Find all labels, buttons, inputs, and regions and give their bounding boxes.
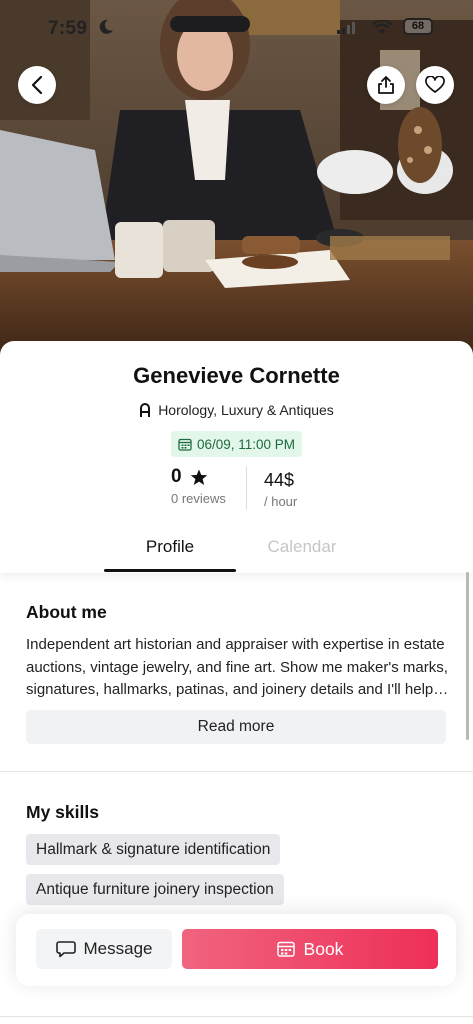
skill-chip: Hallmark & signature identification xyxy=(26,834,281,865)
message-label: Message xyxy=(83,939,153,958)
skills-title: My skills xyxy=(26,802,99,822)
tab-profile[interactable]: Profile xyxy=(104,537,236,557)
calendar-icon xyxy=(276,941,295,957)
moon-icon xyxy=(99,19,113,34)
hero-illustration xyxy=(0,0,473,362)
status-bar: 7:59 68 xyxy=(0,0,473,54)
profile-name: Genevieve Cornette xyxy=(133,363,340,388)
calendar-icon xyxy=(178,438,192,451)
status-time: 7:59 xyxy=(48,18,88,39)
battery-indicator: 68 xyxy=(403,18,433,35)
back-button[interactable] xyxy=(18,66,56,104)
active-tab-indicator xyxy=(104,569,236,572)
wifi-icon xyxy=(372,20,392,34)
availability-date: 06/09, 11:00 PM xyxy=(196,436,296,452)
profile-category: Horology, Luxury & Antiques xyxy=(0,402,473,418)
share-icon xyxy=(378,76,394,94)
price-value: 44$ xyxy=(264,470,295,490)
star-icon xyxy=(190,469,207,485)
tab-calendar[interactable]: Calendar xyxy=(236,537,368,557)
price-unit: / hour xyxy=(264,494,298,509)
reviews-count[interactable]: 0 reviews xyxy=(171,491,226,506)
chat-icon xyxy=(55,941,76,958)
heart-icon xyxy=(425,76,445,93)
rating-value: 0 xyxy=(171,466,182,487)
profile-stats: 0 0 reviews 44$ / hour xyxy=(0,466,473,512)
signal-icon xyxy=(337,22,355,34)
bottom-divider xyxy=(0,1016,473,1017)
section-divider xyxy=(0,771,473,772)
favorite-button[interactable] xyxy=(416,66,454,104)
stats-divider xyxy=(246,466,247,510)
rating: 0 xyxy=(171,466,208,488)
category-icon xyxy=(140,403,151,417)
message-button[interactable]: Message xyxy=(36,929,172,969)
read-more-button[interactable]: Read more xyxy=(26,710,446,744)
back-icon xyxy=(31,75,43,95)
about-text: Independent art historian and appraiser … xyxy=(26,636,448,698)
share-button[interactable] xyxy=(367,66,405,104)
about-title: About me xyxy=(26,602,107,622)
availability-badge: 06/09, 11:00 PM xyxy=(171,431,302,457)
category-label: Horology, Luxury & Antiques xyxy=(158,402,334,418)
scrollbar[interactable] xyxy=(466,572,469,740)
hero-photo xyxy=(0,0,473,362)
book-label: Book xyxy=(303,938,344,959)
book-button[interactable]: Book xyxy=(182,929,438,969)
skill-chip: Antique furniture joinery inspection xyxy=(26,874,284,905)
